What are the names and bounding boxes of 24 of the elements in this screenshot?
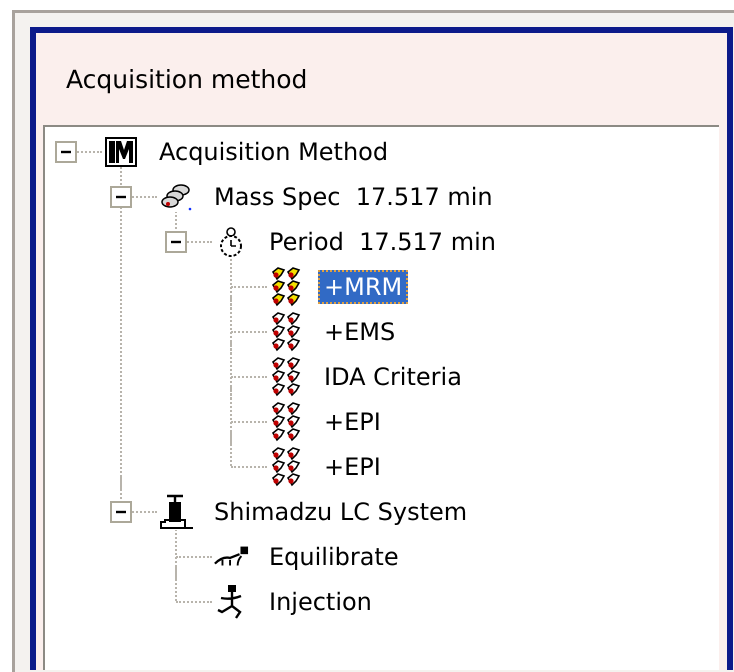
tree-item[interactable]: +EMS	[318, 314, 402, 348]
document-icon	[105, 136, 137, 166]
collapse-toggle[interactable]	[165, 230, 187, 252]
tree-item[interactable]: Acquisition Method	[153, 134, 394, 168]
tree-item[interactable]: Shimadzu LC System	[208, 494, 474, 528]
experiment-icon	[270, 446, 302, 486]
collapse-toggle[interactable]	[55, 140, 77, 162]
experiment-icon	[270, 356, 302, 396]
tree-item[interactable]: Equilibrate	[263, 540, 405, 574]
experiment-icon	[270, 402, 302, 442]
tree-item[interactable]: IDA Criteria	[318, 360, 468, 394]
cylinders-icon	[159, 182, 193, 212]
tree-item[interactable]: Injection	[263, 584, 378, 618]
panel-title: Acquisition method	[66, 64, 308, 94]
collapse-toggle[interactable]	[110, 500, 132, 522]
tree-item[interactable]: +EPI	[318, 404, 387, 438]
tree-item[interactable]: +EPI	[318, 450, 387, 484]
pump-icon	[159, 494, 193, 530]
experiment-icon	[270, 312, 302, 352]
tree-item[interactable]: Period 17.517 min	[263, 224, 502, 258]
tree-item[interactable]: Mass Spec 17.517 min	[208, 180, 499, 214]
experiment-icon	[270, 266, 302, 306]
tree-item[interactable]: +MRM	[318, 270, 408, 304]
collapse-toggle[interactable]	[110, 186, 132, 208]
